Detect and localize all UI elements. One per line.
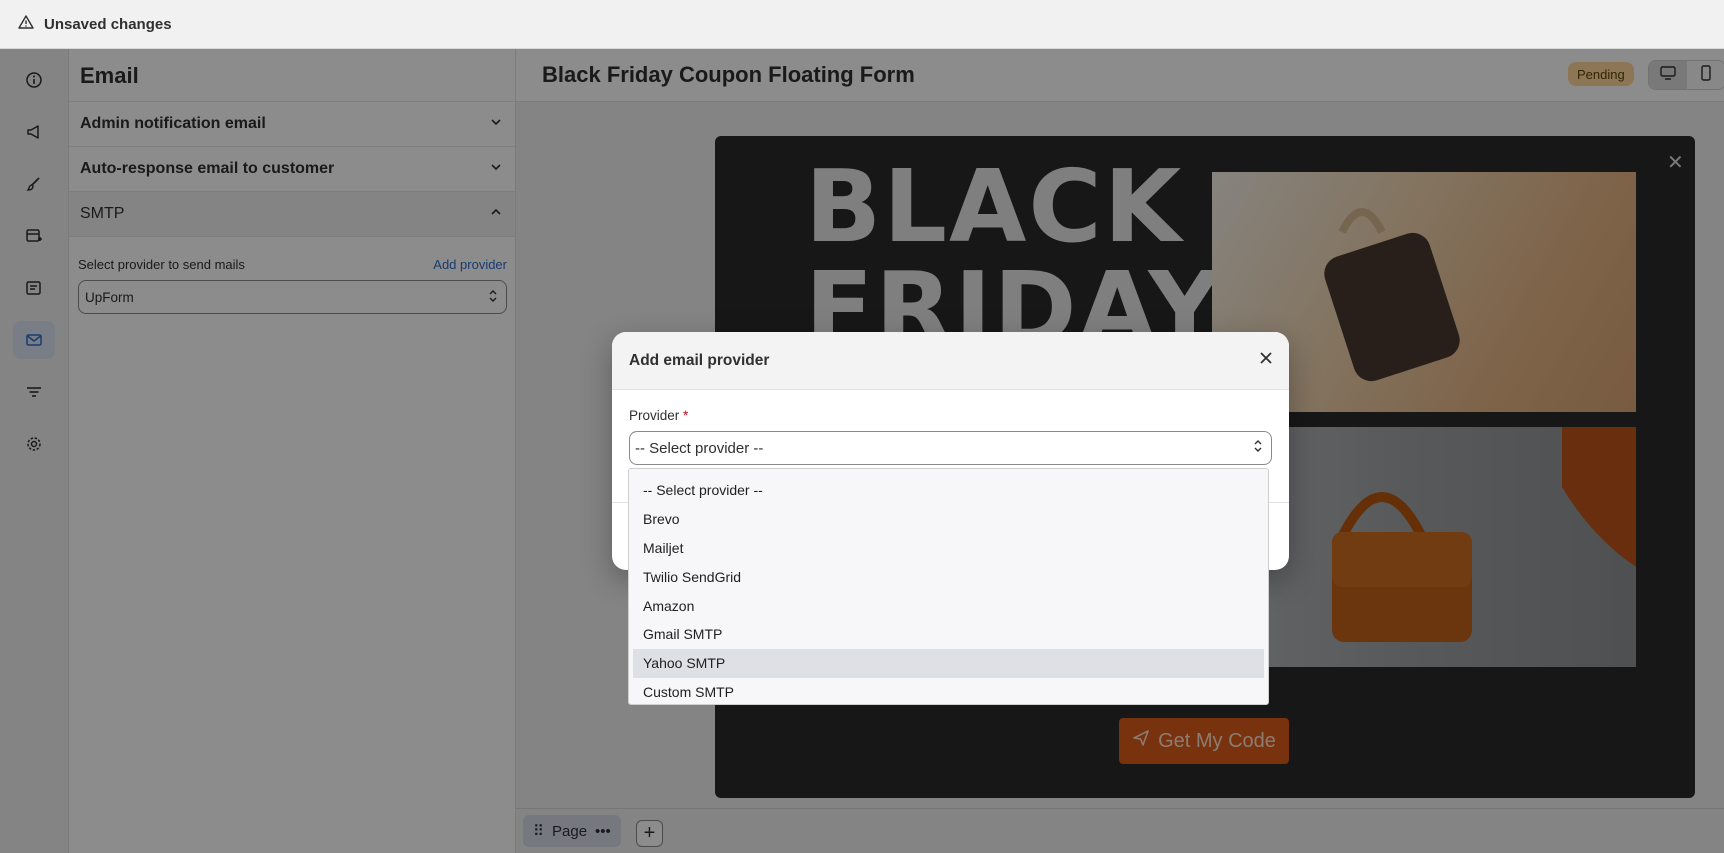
- option-gmail-smtp[interactable]: Gmail SMTP: [633, 620, 1264, 649]
- provider-label-text: Provider: [629, 408, 680, 423]
- option-mailjet[interactable]: Mailjet: [633, 534, 1264, 563]
- provider-select[interactable]: -- Select provider --: [629, 431, 1272, 465]
- option-twilio-sendgrid[interactable]: Twilio SendGrid: [633, 562, 1264, 591]
- option-brevo[interactable]: Brevo: [633, 505, 1264, 534]
- option-amazon[interactable]: Amazon: [633, 591, 1264, 620]
- option-custom-smtp[interactable]: Custom SMTP: [633, 678, 1264, 707]
- unsaved-changes-title: Unsaved changes: [44, 15, 172, 33]
- provider-options-list: -- Select provider -- Brevo Mailjet Twil…: [628, 468, 1269, 705]
- modal-body: Provider * -- Select provider --: [612, 390, 1289, 465]
- option-yahoo-smtp[interactable]: Yahoo SMTP: [633, 648, 1264, 678]
- provider-field-label: Provider *: [629, 408, 1272, 423]
- provider-select-value: -- Select provider --: [635, 439, 764, 457]
- option-select-provider[interactable]: -- Select provider --: [633, 476, 1264, 505]
- warning-triangle-icon: [18, 14, 34, 35]
- required-mark: *: [683, 408, 689, 423]
- close-icon[interactable]: [1259, 351, 1273, 370]
- unsaved-changes-bar: Unsaved changes: [0, 0, 1724, 49]
- select-arrows-icon: [1253, 439, 1263, 457]
- modal-header: Add email provider: [612, 332, 1289, 390]
- modal-title: Add email provider: [629, 351, 770, 369]
